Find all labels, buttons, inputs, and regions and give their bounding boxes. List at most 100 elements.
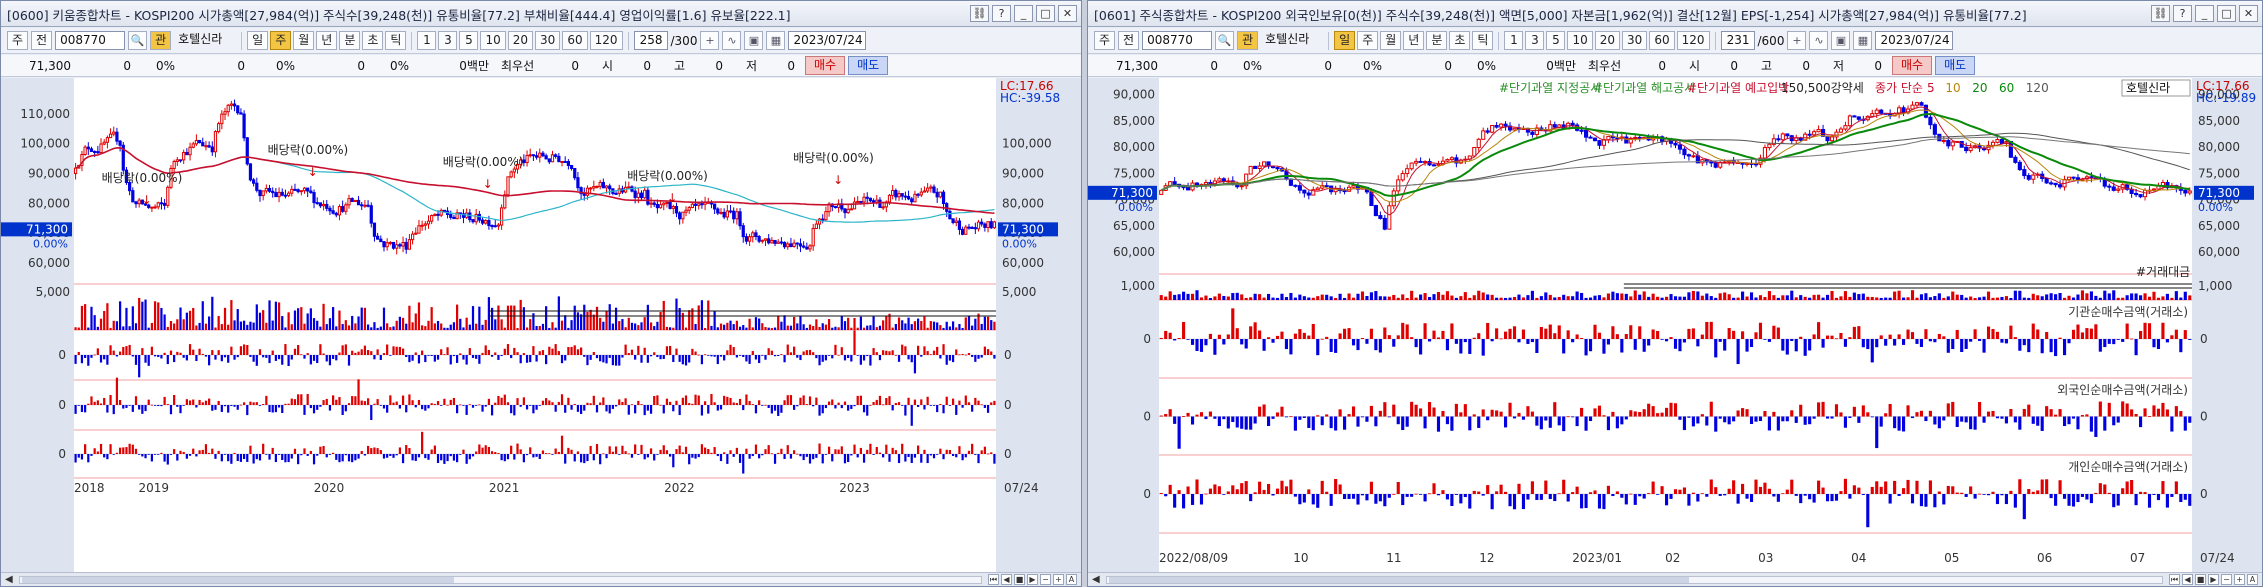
zoom-in-icon[interactable]: + [1053, 574, 1064, 585]
group-badge[interactable]: 관 [150, 31, 172, 50]
interval-tab-1[interactable]: 1 [417, 31, 437, 50]
count-input[interactable]: 231 [1720, 31, 1755, 50]
group-badge[interactable]: 관 [1237, 31, 1259, 50]
crosshair-icon[interactable]: + [1787, 31, 1807, 50]
interval-tab-60[interactable]: 60 [562, 31, 588, 50]
period-tab-분[interactable]: 분 [339, 31, 361, 50]
interval-tab-30[interactable]: 30 [535, 31, 561, 50]
prev-icon[interactable]: ◀ [2182, 574, 2193, 585]
volume-bar [2089, 291, 2093, 300]
prev-icon[interactable]: ◀ [1001, 574, 1012, 585]
market-select[interactable]: 주 [1094, 31, 1116, 50]
mode-select[interactable]: 전 [31, 31, 53, 50]
minimize-button[interactable]: _ [1014, 5, 1033, 22]
buy-button[interactable]: 매수 [805, 56, 846, 75]
indicator-icon[interactable]: ∿ [722, 31, 742, 50]
interval-tab-5[interactable]: 5 [1546, 31, 1566, 50]
help-icon[interactable]: ? [2173, 5, 2192, 22]
daily-price-chart[interactable]: 90,00085,00080,00075,00070,00065,00060,0… [1088, 78, 2262, 573]
zoom-in-icon[interactable]: + [2234, 574, 2245, 585]
scroll-track[interactable] [1105, 575, 2163, 584]
sell-button[interactable]: 매도 [848, 56, 889, 75]
flow-bar [669, 401, 672, 405]
interval-tab-5[interactable]: 5 [459, 31, 479, 50]
period-tab-초[interactable]: 초 [1449, 31, 1471, 50]
flow-bar [567, 347, 570, 355]
period-tab-년[interactable]: 년 [316, 31, 338, 50]
interval-tab-3[interactable]: 3 [1525, 31, 1545, 50]
sell-button[interactable]: 매도 [1935, 56, 1976, 75]
date-input[interactable]: 2023/07/24 [788, 31, 867, 50]
auto-icon[interactable]: A [1066, 574, 1077, 585]
link-icon[interactable]: ⛓ [2151, 5, 2170, 22]
period-tab-주[interactable]: 주 [1357, 31, 1379, 50]
candle [897, 193, 901, 198]
crosshair-icon[interactable]: + [700, 31, 720, 50]
interval-tab-20[interactable]: 20 [507, 31, 534, 50]
volume-bar [2027, 297, 2031, 300]
chart-scrollbar[interactable]: ◀ ⏮ ◀ ■ ▶ − + A [1, 572, 1081, 586]
flow-bar [974, 454, 977, 455]
count-input[interactable]: 258 [633, 31, 668, 50]
first-icon[interactable]: ⏮ [988, 574, 999, 585]
period-tab-틱[interactable]: 틱 [1472, 31, 1494, 50]
title-bar[interactable]: [0600] 키움종합차트 - KOSPI200 시가총액[27,984(억)]… [1, 1, 1081, 27]
interval-tab-30[interactable]: 30 [1622, 31, 1648, 50]
scroll-left-icon[interactable]: ◀ [5, 574, 13, 585]
period-tab-분[interactable]: 분 [1426, 31, 1448, 50]
weekly-price-chart[interactable]: 110,000100,00090,00080,00070,00060,00010… [1, 78, 1081, 573]
market-select[interactable]: 주 [7, 31, 29, 50]
interval-tab-20[interactable]: 20 [1594, 31, 1621, 50]
code-input[interactable]: 008770 [55, 31, 126, 50]
flow-bar [201, 402, 204, 405]
period-tab-월[interactable]: 월 [293, 31, 315, 50]
interval-tab-60[interactable]: 60 [1649, 31, 1675, 50]
date-input[interactable]: 2023/07/24 [1875, 31, 1954, 50]
interval-tab-120[interactable]: 120 [589, 31, 623, 50]
zoom-out-icon[interactable]: − [1040, 574, 1051, 585]
period-tab-초[interactable]: 초 [362, 31, 384, 50]
auto-icon[interactable]: A [2247, 574, 2258, 585]
mode-select[interactable]: 전 [1118, 31, 1140, 50]
zoom-out-icon[interactable]: − [2221, 574, 2232, 585]
next-icon[interactable]: ▶ [2208, 574, 2219, 585]
period-tab-일[interactable]: 일 [1334, 31, 1356, 50]
search-icon[interactable]: 🔍 [128, 31, 148, 50]
indicator-icon[interactable]: ∿ [1809, 31, 1829, 50]
link-icon[interactable]: ⛓ [970, 5, 989, 22]
interval-tab-120[interactable]: 120 [1676, 31, 1710, 50]
maximize-button[interactable]: □ [1036, 5, 1055, 22]
stop-icon[interactable]: ■ [2195, 574, 2206, 585]
flow-bar [1213, 484, 1217, 494]
title-bar[interactable]: [0601] 주식종합차트 - KOSPI200 외국인보유[0(천)] 주식수… [1088, 1, 2262, 27]
close-button[interactable]: ✕ [2239, 5, 2258, 22]
help-icon[interactable]: ? [992, 5, 1011, 22]
search-icon[interactable]: 🔍 [1215, 31, 1235, 50]
flow-bar [723, 452, 726, 454]
chart-scrollbar[interactable]: ◀ ⏮ ◀ ■ ▶ − + A [1088, 572, 2262, 586]
scroll-track[interactable] [18, 575, 982, 584]
save-icon[interactable]: ▣ [744, 31, 764, 50]
interval-tab-1[interactable]: 1 [1504, 31, 1524, 50]
interval-tab-10[interactable]: 10 [1567, 31, 1593, 50]
save-icon[interactable]: ▣ [1831, 31, 1851, 50]
interval-tab-3[interactable]: 3 [438, 31, 458, 50]
stop-icon[interactable]: ■ [1014, 574, 1025, 585]
period-tab-일[interactable]: 일 [247, 31, 269, 50]
calendar-icon[interactable]: ▦ [1853, 31, 1873, 50]
calendar-icon[interactable]: ▦ [766, 31, 786, 50]
code-input[interactable]: 008770 [1142, 31, 1213, 50]
next-icon[interactable]: ▶ [1027, 574, 1038, 585]
minimize-button[interactable]: _ [2195, 5, 2214, 22]
flow-bar [297, 345, 300, 355]
period-tab-주[interactable]: 주 [270, 31, 292, 50]
maximize-button[interactable]: □ [2217, 5, 2236, 22]
close-button[interactable]: ✕ [1058, 5, 1077, 22]
period-tab-월[interactable]: 월 [1380, 31, 1402, 50]
interval-tab-10[interactable]: 10 [480, 31, 506, 50]
buy-button[interactable]: 매수 [1892, 56, 1933, 75]
period-tab-년[interactable]: 년 [1403, 31, 1425, 50]
period-tab-틱[interactable]: 틱 [385, 31, 407, 50]
first-icon[interactable]: ⏮ [2169, 574, 2180, 585]
scroll-left-icon[interactable]: ◀ [1092, 574, 1100, 585]
